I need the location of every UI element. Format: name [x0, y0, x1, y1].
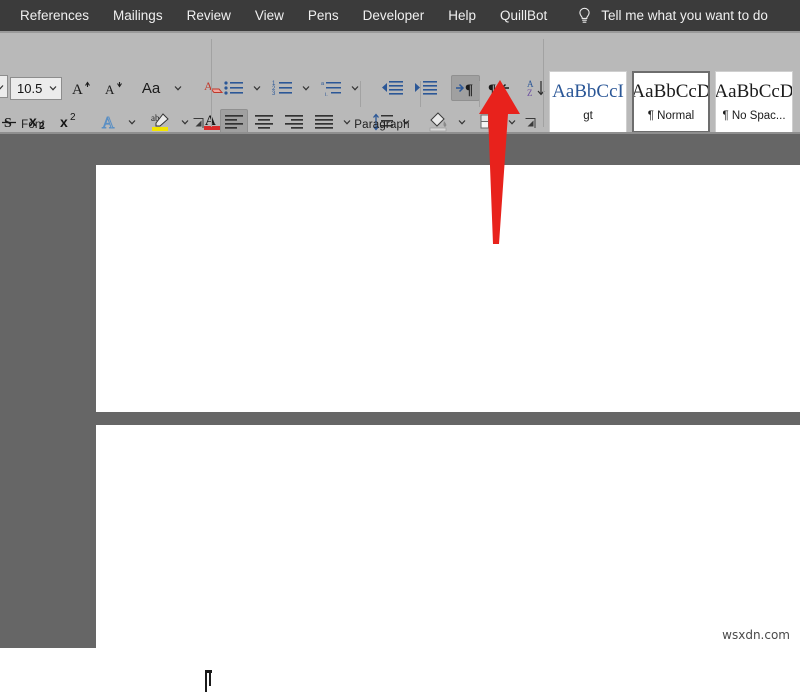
chevron-down-icon [302, 86, 310, 91]
tab-help[interactable]: Help [436, 0, 488, 31]
ribbon: 10.5 A A Aa A S x 2 x 2 A ab Font 1 2 3 … [0, 33, 800, 211]
tell-me-label: Tell me what you want to do [601, 8, 768, 23]
tab-references[interactable]: References [8, 0, 101, 31]
chevron-down-icon [351, 86, 359, 91]
borders-dropdown[interactable] [505, 111, 519, 133]
bullets-button[interactable] [220, 75, 248, 101]
tab-review[interactable]: Review [175, 0, 243, 31]
style-card-gt[interactable]: AaBbCcI gt [549, 71, 627, 133]
style-preview: AaBbCcD [632, 81, 710, 102]
paragraph-group-label: Paragraph [354, 119, 410, 131]
text-effects-dropdown[interactable] [125, 111, 139, 133]
align-center-icon [255, 115, 273, 129]
font-dialog-launcher[interactable] [192, 117, 205, 130]
borders-icon [480, 114, 497, 129]
style-name: gt [583, 110, 593, 122]
tab-developer[interactable]: Developer [351, 0, 437, 31]
sort-az-icon: A Z [527, 79, 545, 98]
svg-text:¶: ¶ [488, 82, 496, 97]
increase-font-size-icon: A [72, 81, 90, 98]
svg-text:a: a [321, 81, 325, 87]
font-group-label: Font [21, 119, 45, 131]
numbering-button[interactable]: 1 2 3 [269, 75, 297, 101]
chevron-down-icon [181, 120, 189, 125]
text-caret-with-paragraph-mark [204, 669, 218, 693]
decrease-indent-button[interactable] [377, 75, 407, 101]
tab-quillbot[interactable]: QuillBot [488, 0, 559, 31]
word-window: References Mailings Review View Pens Dev… [0, 0, 800, 692]
tab-label: Developer [362, 8, 425, 23]
dialog-launcher-icon [525, 118, 536, 128]
font-group: 10.5 A A Aa A S x 2 x 2 A ab Font [0, 33, 240, 211]
document-page-2[interactable] [96, 425, 800, 648]
change-case-icon: Aa [141, 79, 161, 97]
change-case-button[interactable]: Aa [137, 75, 165, 101]
style-preview: AaBbCcD [715, 81, 793, 102]
tab-label: View [254, 8, 284, 23]
font-size-combobox[interactable]: 10.5 [10, 76, 62, 100]
bullets-dropdown[interactable] [250, 77, 264, 99]
text-highlight-dropdown[interactable] [178, 111, 192, 133]
right-to-left-direction-icon: ¶ [488, 82, 509, 97]
decrease-indent-icon [382, 81, 403, 95]
svg-text:3: 3 [272, 91, 276, 97]
style-name: ¶ No Spac... [722, 110, 786, 122]
svg-text:A: A [72, 82, 83, 98]
increase-indent-icon [415, 81, 437, 95]
tab-label: Help [448, 8, 476, 23]
style-preview: AaBbCcI [552, 81, 624, 102]
ltr-text-direction-button[interactable]: ¶ [451, 75, 480, 101]
chevron-down-icon [49, 86, 57, 91]
numbering-dropdown[interactable] [299, 77, 313, 99]
tab-label: Mailings [113, 8, 163, 23]
font-name-combobox-partial[interactable] [0, 75, 8, 98]
tab-label: Pens [307, 8, 339, 23]
chevron-down-icon [253, 86, 261, 91]
svg-text:¶: ¶ [465, 82, 473, 97]
tab-label: QuillBot [499, 8, 548, 23]
style-card-normal[interactable]: AaBbCcD ¶ Normal [632, 71, 710, 133]
change-case-dropdown[interactable] [171, 77, 185, 99]
numbered-list-icon: 1 2 3 [272, 81, 292, 97]
document-page-1[interactable] [96, 165, 800, 412]
align-left-icon [225, 115, 243, 129]
multilevel-list-icon: a i. [321, 81, 341, 97]
style-card-no-spacing[interactable]: AaBbCcD ¶ No Spac... [715, 71, 793, 133]
font-size-value: 10.5 [17, 80, 43, 96]
tab-label: References [20, 8, 90, 23]
ribbon-tab-bar: References Mailings Review View Pens Dev… [0, 0, 800, 31]
chevron-down-icon [508, 120, 516, 125]
sort-button[interactable]: A Z [523, 75, 551, 101]
svg-text:Z: Z [527, 88, 533, 98]
tab-label: Review [186, 8, 231, 23]
styles-gallery: AaBbCcI gt AaBbCcD ¶ Normal AaBbCcD ¶ No… [549, 71, 800, 133]
chevron-down-icon [128, 120, 136, 125]
lightbulb-icon [579, 7, 590, 23]
chevron-down-icon [174, 86, 182, 91]
chevron-down-icon [0, 84, 4, 90]
rtl-text-direction-button[interactable]: ¶ [484, 75, 513, 101]
tab-mailings[interactable]: Mailings [101, 0, 175, 31]
tab-pens[interactable]: Pens [296, 0, 351, 31]
decrease-font-size-icon: A [105, 82, 122, 97]
style-name: ¶ Normal [647, 110, 695, 122]
paragraph-dialog-launcher[interactable] [524, 117, 537, 130]
bullet-list-icon [224, 81, 243, 95]
tab-view[interactable]: View [243, 0, 296, 31]
increase-indent-button[interactable] [411, 75, 441, 101]
paragraph-group: 1 2 3 a i. ¶ ¶ A Z Paragraph [212, 33, 587, 211]
multilevel-list-button[interactable]: a i. [318, 75, 346, 101]
document-canvas[interactable]: wsxdn.com [0, 134, 800, 692]
highlighter-icon: ab [151, 113, 169, 131]
left-to-right-direction-icon: ¶ [455, 82, 473, 97]
pilcrow-caret-icon [205, 670, 212, 692]
dialog-launcher-icon [193, 118, 204, 128]
site-watermark: wsxdn.com [722, 628, 790, 642]
grow-font-button[interactable]: A [68, 75, 94, 101]
tell-me-search[interactable]: Tell me what you want to do [577, 7, 768, 25]
shrink-font-button[interactable]: A [100, 75, 126, 101]
svg-text:A: A [105, 82, 115, 97]
svg-text:i.: i. [325, 92, 328, 97]
